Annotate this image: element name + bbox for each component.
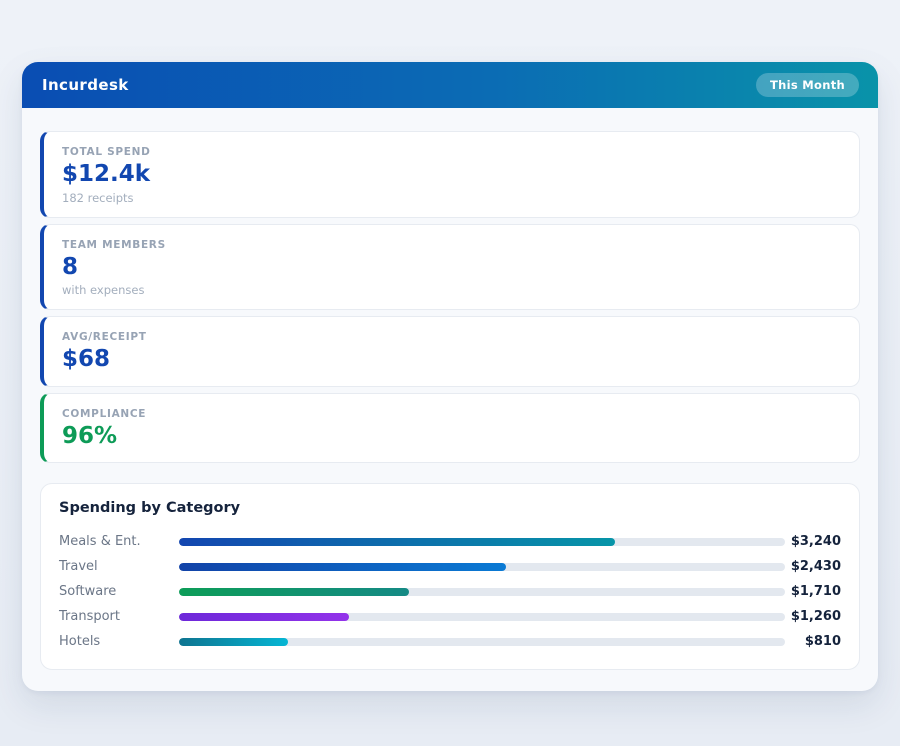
stat-value: $68 <box>62 346 841 374</box>
category-label: Software <box>59 584 179 599</box>
category-label: Travel <box>59 559 179 574</box>
stat-card-avg-receipt: AVG/RECEIPT $68 <box>40 316 860 387</box>
category-label: Meals & Ent. <box>59 534 179 549</box>
spending-chart-card: Spending by Category Meals & Ent. $3,240… <box>40 483 860 670</box>
stat-card-team-members: TEAM MEMBERS 8 with expenses <box>40 224 860 311</box>
app-header: Incurdesk This Month <box>22 62 878 108</box>
stat-sub: with expenses <box>62 283 841 297</box>
category-label: Transport <box>59 609 179 624</box>
chart-title: Spending by Category <box>59 500 841 516</box>
category-value: $3,240 <box>785 534 841 549</box>
bar-track <box>179 538 785 546</box>
bar-fill <box>179 638 288 646</box>
stat-value: $12.4k <box>62 161 841 189</box>
bar-fill <box>179 588 409 596</box>
bar-track <box>179 563 785 571</box>
stat-sub: 182 receipts <box>62 191 841 205</box>
bar-track <box>179 613 785 621</box>
bar-fill <box>179 613 349 621</box>
app-title: Incurdesk <box>42 76 129 94</box>
stat-label: TEAM MEMBERS <box>62 239 841 251</box>
category-value: $1,260 <box>785 609 841 624</box>
dashboard-panel: Incurdesk This Month TOTAL SPEND $12.4k … <box>22 62 878 691</box>
category-row: Travel $2,430 <box>59 554 841 579</box>
stat-card-compliance: COMPLIANCE 96% <box>40 393 860 464</box>
panel-body: TOTAL SPEND $12.4k 182 receipts TEAM MEM… <box>22 108 878 670</box>
bar-fill <box>179 538 615 546</box>
stat-label: TOTAL SPEND <box>62 146 841 158</box>
stat-value: 96% <box>62 423 841 451</box>
bar-track <box>179 588 785 596</box>
category-label: Hotels <box>59 634 179 649</box>
bar-track <box>179 638 785 646</box>
stat-card-total-spend: TOTAL SPEND $12.4k 182 receipts <box>40 131 860 218</box>
category-row: Software $1,710 <box>59 579 841 604</box>
stat-label: AVG/RECEIPT <box>62 331 841 343</box>
category-row: Transport $1,260 <box>59 604 841 629</box>
category-row: Meals & Ent. $3,240 <box>59 529 841 554</box>
category-row: Hotels $810 <box>59 629 841 654</box>
category-value: $2,430 <box>785 559 841 574</box>
bar-fill <box>179 563 506 571</box>
stat-value: 8 <box>62 254 841 282</box>
category-value: $1,710 <box>785 584 841 599</box>
category-value: $810 <box>785 634 841 649</box>
period-badge[interactable]: This Month <box>756 73 859 97</box>
stat-label: COMPLIANCE <box>62 408 841 420</box>
